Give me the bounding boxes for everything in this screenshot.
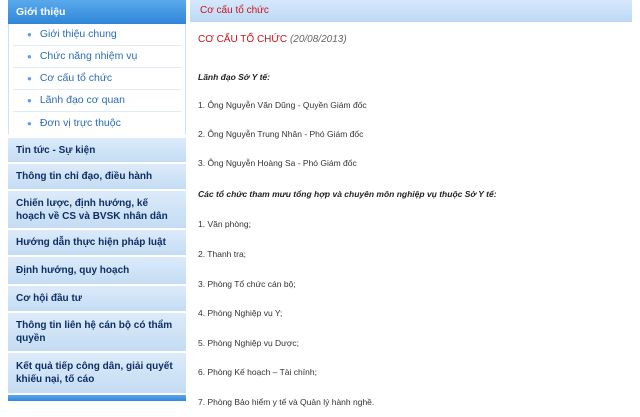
- sidebar-item-label: Chức năng nhiệm vụ: [39, 50, 138, 62]
- leadership-heading: Lãnh đạo Sở Y tế:: [198, 72, 270, 82]
- sidebar-item-label: Lãnh đạo cơ quan: [39, 94, 125, 106]
- sidebar-item-label: Cơ cấu tổ chức: [39, 72, 113, 84]
- bullet-icon: ●: [27, 52, 32, 61]
- sidebar-category-ket-qua-tiep-cong-dan[interactable]: Kết quả tiếp công dân, giải quyết khiếu …: [8, 353, 186, 395]
- sidebar-item-label: Đơn vị trực thuộc: [39, 116, 121, 129]
- leader-item: 2. Ông Nguyễn Trung Nhân - Phó Giám đốc: [198, 129, 364, 139]
- sidebar: Giới thiệu ● Giới thiệu chung ● Chức năng …: [8, 0, 186, 417]
- sidebar-category-co-hoi-dau-tu[interactable]: Cơ hội đầu tư: [8, 286, 186, 313]
- department-item: 4. Phòng Nghiệp vụ Y;: [198, 308, 283, 318]
- departments-heading: Các tổ chức tham mưu tổng hợp và chuyên …: [198, 189, 497, 199]
- sidebar-item-lanh-dao-co-quan[interactable]: ● Lãnh đạo cơ quan: [13, 90, 181, 112]
- page-title: CƠ CẤU TỔ CHỨC (20/08/2013): [198, 34, 347, 45]
- sidebar-category-thong-tin-chi-dao[interactable]: Thông tin chỉ đạo, điều hành: [8, 164, 186, 191]
- title-text: CƠ CẤU TỔ CHỨC: [198, 34, 288, 45]
- title-date: (20/08/2013): [289, 34, 347, 45]
- bullet-icon: ●: [27, 74, 32, 83]
- department-item: 5. Phòng Nghiệp vụ Dược;: [198, 338, 300, 348]
- department-item: 6. Phòng Kế hoạch – Tài chính;: [198, 367, 317, 377]
- sidebar-section-title[interactable]: Giới thiệu: [8, 0, 186, 24]
- sidebar-item-chuc-nang-nhiem-vu[interactable]: ● Chức năng nhiệm vụ: [13, 46, 181, 68]
- main-content: Cơ cấu tổ chức CƠ CẤU TỔ CHỨC (20/08/201…: [190, 0, 632, 417]
- sidebar-item-don-vi-truc-thuoc[interactable]: ● Đơn vị trực thuộc: [13, 112, 181, 134]
- sidebar-category-tin-tuc[interactable]: Tin tức - Sự kiện: [8, 138, 186, 164]
- sidebar-next-section-edge: [8, 395, 186, 401]
- sidebar-category-thong-tin-lien-he[interactable]: Thông tin liên hệ cán bộ có thẩm quyền: [8, 313, 186, 353]
- department-item: 1. Văn phòng;: [198, 219, 251, 229]
- sidebar-sub-list: ● Giới thiệu chung ● Chức năng nhiệm vụ ● C…: [8, 24, 186, 134]
- leader-item: 3. Ông Nguyễn Hoàng Sa - Phó Giám đốc: [198, 158, 357, 168]
- department-item: 7. Phòng Bảo hiểm y tế và Quản lý hành n…: [198, 397, 375, 407]
- sidebar-category-huong-dan-phap-luat[interactable]: Hướng dẫn thực hiện pháp luật: [8, 230, 186, 257]
- bullet-icon: ●: [27, 30, 32, 39]
- leader-item: 1. Ông Nguyễn Văn Dũng - Quyền Giám đốc: [198, 100, 367, 110]
- content-header: Cơ cấu tổ chức: [190, 0, 632, 22]
- sidebar-item-label: Giới thiệu chung: [39, 28, 117, 40]
- department-item: 3. Phòng Tổ chức cán bộ;: [198, 279, 296, 289]
- sidebar-category-dinh-huong-quy-hoach[interactable]: Định hướng, quy hoạch: [8, 257, 186, 286]
- bullet-icon: ●: [27, 96, 32, 105]
- sidebar-category-chien-luoc[interactable]: Chiến lược, định hướng, kế hoạch về CS v…: [8, 191, 186, 230]
- sidebar-item-gioi-thieu-chung[interactable]: ● Giới thiệu chung: [13, 24, 181, 46]
- department-item: 2. Thanh tra;: [198, 249, 247, 259]
- bullet-icon: ●: [27, 118, 32, 128]
- sidebar-item-co-cau-to-chuc[interactable]: ● Cơ cấu tổ chức: [13, 68, 181, 90]
